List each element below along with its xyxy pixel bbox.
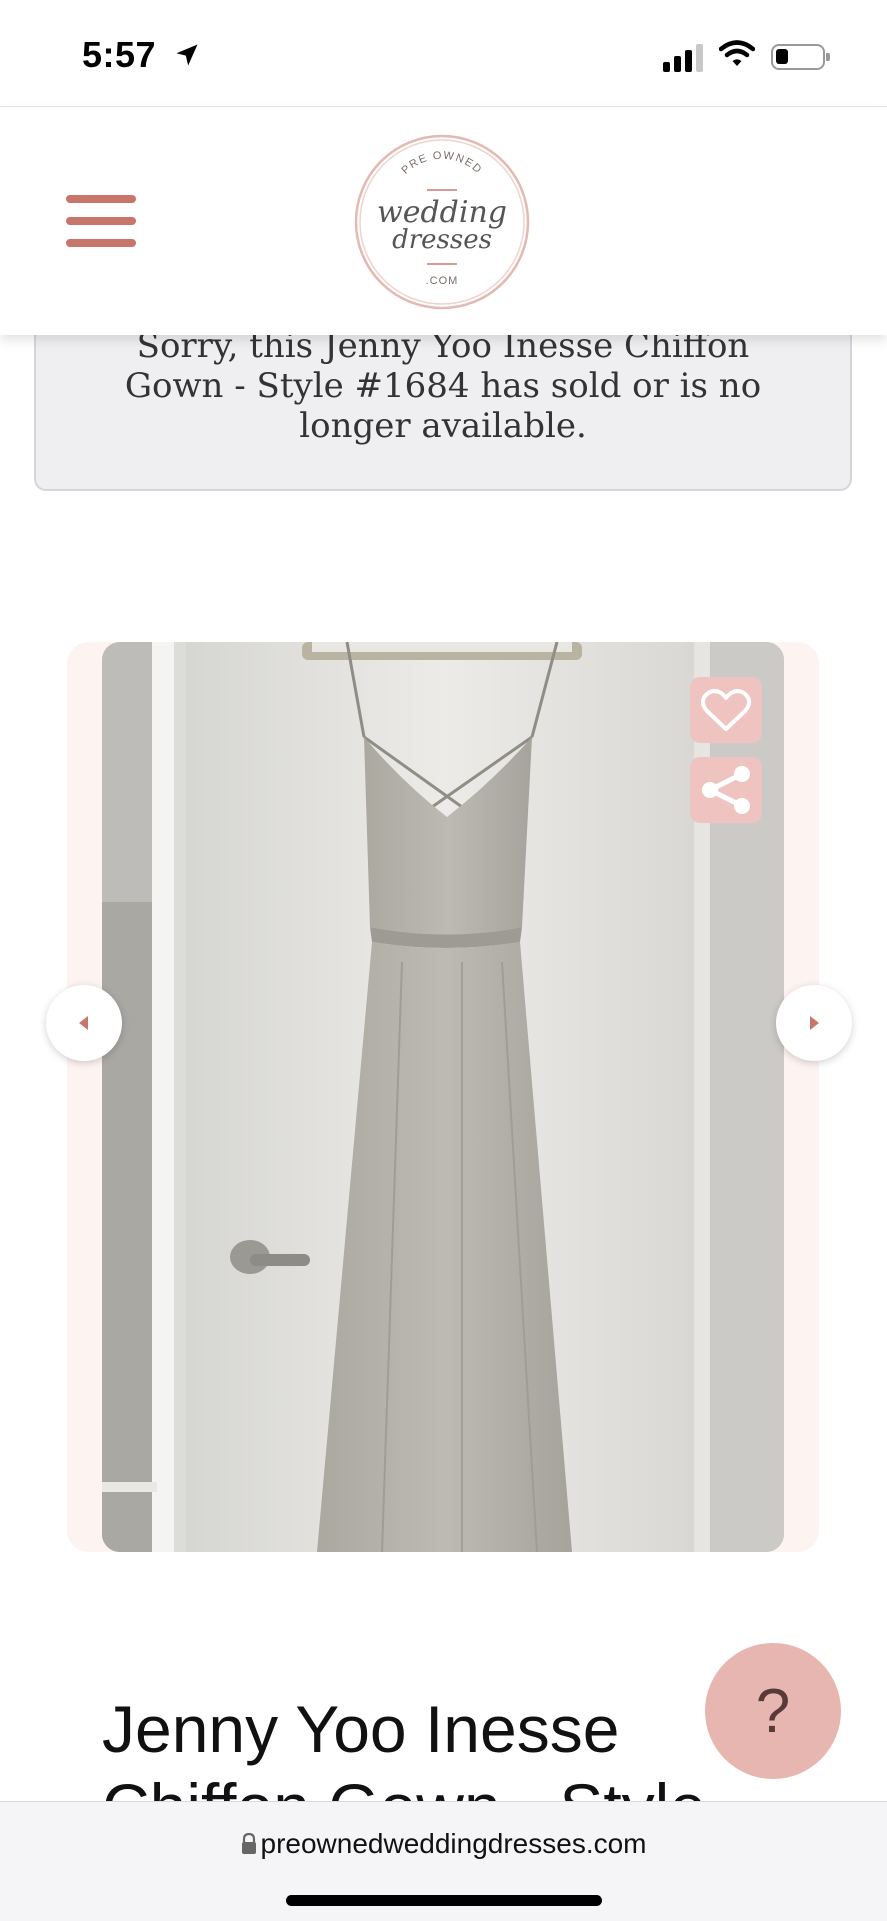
logo-bottom-text: .COM [426,275,459,287]
wifi-icon [718,40,756,73]
gallery-next-button[interactable] [776,985,852,1061]
url-display[interactable]: preownedweddingdresses.com [0,1828,887,1862]
status-time: 5:57 [82,34,201,78]
location-arrow-icon [173,36,201,78]
status-bar: 5:57 [0,0,887,105]
favorite-button[interactable] [690,677,762,743]
share-icon [702,766,750,814]
site-logo[interactable]: PRE OWNED wedding dresses .COM [352,132,532,312]
hamburger-menu-icon[interactable] [66,195,136,247]
chevron-left-icon [79,1016,88,1030]
heart-icon [700,689,752,731]
product-photo[interactable] [102,642,784,1552]
svg-text:PRE OWNED: PRE OWNED [399,150,484,177]
logo-main-line2: dresses [392,225,492,255]
clock-text: 5:57 [82,34,157,75]
gallery-prev-button[interactable] [46,985,122,1061]
site-header: PRE OWNED wedding dresses .COM [0,106,887,335]
url-text: preownedweddingdresses.com [260,1828,647,1859]
signal-icon [663,42,703,72]
home-indicator[interactable] [286,1895,602,1906]
lock-icon [241,1830,257,1862]
browser-url-bar[interactable]: preownedweddingdresses.com [0,1801,887,1921]
status-icons [663,40,830,73]
sold-notice-message: Sorry, this Jenny Yoo Inesse Chiffon Gow… [124,326,762,446]
help-button[interactable]: ? [705,1643,841,1779]
chevron-right-icon [810,1016,819,1030]
logo-top-text: PRE OWNED [399,150,483,177]
share-button[interactable] [690,757,762,823]
battery-icon [771,43,830,70]
